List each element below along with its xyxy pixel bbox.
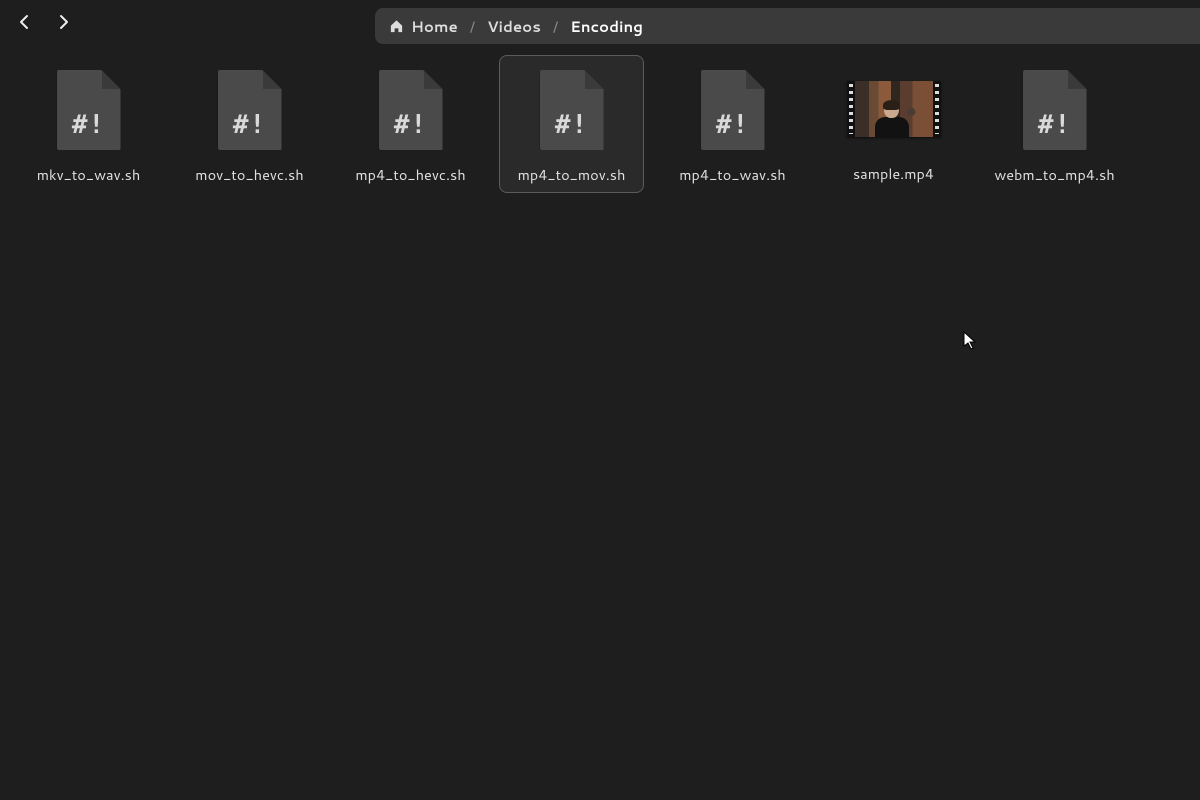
file-item[interactable]: #! webm_to_mp4.sh [982, 55, 1127, 193]
file-label: sample.mp4 [853, 163, 934, 184]
back-button[interactable] [8, 6, 42, 38]
file-label: mp4_to_wav.sh [679, 164, 786, 185]
file-grid: #! mkv_to_wav.sh #! mov_to_hevc.sh #! mp… [16, 55, 1184, 193]
nav-buttons [0, 6, 80, 38]
file-item[interactable]: #! mp4_to_hevc.sh [338, 55, 483, 193]
forward-button[interactable] [46, 6, 80, 38]
video-thumbnail-icon [847, 81, 941, 137]
shell-script-icon: #! [540, 70, 604, 150]
breadcrumb-separator: / [545, 16, 566, 37]
home-icon [389, 19, 404, 34]
file-item[interactable]: sample.mp4 [821, 55, 966, 193]
toolbar: Home / Videos / Encoding [0, 4, 1200, 40]
shell-script-icon: #! [1023, 70, 1087, 150]
shell-script-icon: #! [701, 70, 765, 150]
file-label: mp4_to_mov.sh [518, 164, 626, 185]
file-item[interactable]: #! mp4_to_wav.sh [660, 55, 805, 193]
breadcrumb-current-label: Encoding [570, 16, 643, 37]
shell-script-icon: #! [379, 70, 443, 150]
breadcrumb-home-label: Home [411, 16, 458, 37]
file-item[interactable]: #! mkv_to_wav.sh [16, 55, 161, 193]
breadcrumb: Home / Videos / Encoding [375, 8, 1200, 44]
arrow-left-icon [17, 14, 33, 30]
breadcrumb-current[interactable]: Encoding [570, 16, 643, 37]
breadcrumb-separator: / [462, 16, 483, 37]
file-item[interactable]: #! mov_to_hevc.sh [177, 55, 322, 193]
file-label: mp4_to_hevc.sh [355, 164, 465, 185]
file-label: mkv_to_wav.sh [37, 164, 141, 185]
arrow-right-icon [55, 14, 71, 30]
file-label: mov_to_hevc.sh [195, 164, 303, 185]
shell-script-icon: #! [218, 70, 282, 150]
mouse-cursor-icon [963, 331, 979, 351]
file-label: webm_to_mp4.sh [994, 164, 1114, 185]
breadcrumb-home[interactable]: Home [389, 16, 458, 37]
breadcrumb-videos[interactable]: Videos [487, 16, 541, 37]
shell-script-icon: #! [57, 70, 121, 150]
file-item[interactable]: #! mp4_to_mov.sh [499, 55, 644, 193]
breadcrumb-videos-label: Videos [487, 16, 541, 37]
